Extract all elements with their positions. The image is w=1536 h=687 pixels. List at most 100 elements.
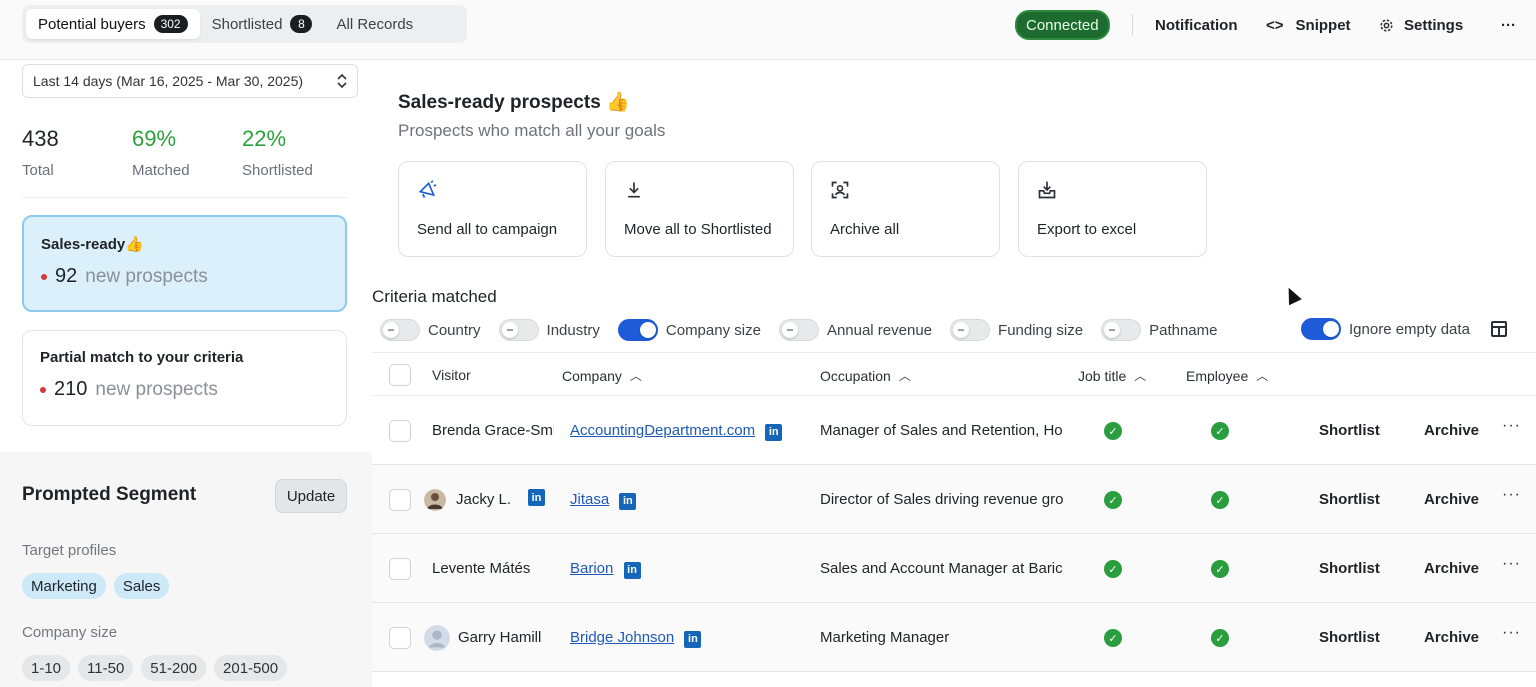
company-link[interactable]: Bridge Johnson: [570, 629, 674, 646]
company-cell: AccountingDepartment.com in: [570, 422, 810, 441]
prospect-count: 92: [55, 265, 78, 287]
table-header: Visitor Company ︿ Occupation ︿ Job title ︿ …: [372, 352, 1536, 396]
count-badge: 8: [290, 15, 313, 33]
shortlist-button[interactable]: Shortlist: [1319, 629, 1380, 646]
archive-button[interactable]: Archive: [1424, 422, 1479, 439]
snippet-label: Snippet: [1295, 16, 1351, 34]
toggle-funding-size[interactable]: Funding size: [950, 319, 1083, 341]
linkedin-icon[interactable]: in: [528, 489, 545, 506]
select-all-checkbox[interactable]: [389, 364, 411, 386]
notification-label: Notification: [1155, 16, 1238, 34]
toggle-switch[interactable]: [778, 319, 819, 341]
chip-size-51-200[interactable]: 51-200: [141, 655, 207, 681]
row-more-icon[interactable]: ···: [1502, 417, 1521, 435]
top-bar: Potential buyers 302 Shortlisted 8 All R…: [0, 0, 1536, 60]
tab-label: Shortlisted: [211, 15, 283, 33]
shortlist-button[interactable]: Shortlist: [1319, 422, 1380, 439]
linkedin-icon[interactable]: in: [684, 630, 702, 648]
mouse-cursor-icon: [1282, 284, 1302, 306]
table-row[interactable]: Levente Mátés Barion in Sales and Accoun…: [372, 534, 1536, 603]
card-title: Partial match to your criteria: [40, 349, 244, 366]
archive-button[interactable]: Archive: [1424, 629, 1479, 646]
sort-asc-icon: ︿: [898, 369, 911, 383]
archive-all-button[interactable]: Archive all: [811, 161, 1000, 257]
segment-title: Prompted Segment: [22, 484, 197, 505]
export-to-excel-button[interactable]: Export to excel: [1018, 161, 1207, 257]
more-icon: ···: [1501, 16, 1516, 34]
linkedin-icon[interactable]: in: [619, 492, 637, 510]
company-link[interactable]: Barion: [570, 560, 613, 577]
move-all-to-shortlisted-button[interactable]: Move all to Shortlisted: [605, 161, 794, 257]
company-link[interactable]: AccountingDepartment.com: [570, 422, 755, 439]
row-checkbox[interactable]: [389, 489, 411, 511]
more-menu-button[interactable]: ···: [1501, 0, 1516, 50]
table-row[interactable]: Brenda Grace-Smith AccountingDepartment.…: [372, 396, 1536, 465]
toggle-switch[interactable]: [498, 319, 539, 341]
toggle-switch[interactable]: [1301, 318, 1341, 340]
visitor-name: Garry Hamill: [458, 629, 542, 646]
action-label: Send all to campaign: [417, 221, 558, 238]
column-company[interactable]: Company ︿: [562, 367, 642, 384]
chip-size-1-10[interactable]: 1-10: [22, 655, 71, 681]
shortlist-button[interactable]: Shortlist: [1319, 491, 1380, 508]
row-more-icon[interactable]: ···: [1502, 555, 1521, 573]
column-job-title[interactable]: Job title ︿: [1078, 367, 1146, 384]
check-circle-icon: ✓: [1211, 629, 1229, 647]
tab-all-records[interactable]: All Records: [324, 9, 425, 39]
company-link[interactable]: Jitasa: [570, 491, 609, 508]
toggle-pathname[interactable]: Pathname: [1101, 319, 1217, 341]
row-checkbox[interactable]: [389, 558, 411, 580]
table-columns-icon[interactable]: [1491, 321, 1507, 337]
chip-size-11-50[interactable]: 11-50: [78, 655, 134, 681]
column-visitor[interactable]: Visitor: [432, 367, 471, 383]
send-all-to-campaign-button[interactable]: Send all to campaign: [398, 161, 587, 257]
archive-button[interactable]: Archive: [1424, 491, 1479, 508]
stat-value: 69%: [132, 126, 177, 151]
toggle-country[interactable]: Country: [380, 319, 481, 341]
linkedin-icon[interactable]: in: [765, 423, 783, 441]
row-more-icon[interactable]: ···: [1502, 486, 1521, 504]
table-row[interactable]: Jacky L. in Jitasa in Director of Sales …: [372, 465, 1536, 534]
connection-status-badge[interactable]: Connected: [1015, 10, 1110, 40]
row-checkbox[interactable]: [389, 627, 411, 649]
archive-button[interactable]: Archive: [1424, 560, 1479, 577]
settings-button[interactable]: Settings: [1379, 0, 1463, 50]
partial-match-card[interactable]: Partial match to your criteria 210 new p…: [22, 330, 347, 426]
prospects-table: Visitor Company ︿ Occupation ︿ Job title ︿ …: [372, 352, 1536, 672]
toggle-ignore-empty-data[interactable]: Ignore empty data: [1301, 318, 1470, 340]
scan-user-icon: [831, 181, 849, 199]
stats-summary: 438 Total 69% Matched 22% Shortlisted: [22, 126, 352, 179]
snippet-button[interactable]: <> Snippet: [1266, 0, 1351, 50]
toggle-industry[interactable]: Industry: [498, 319, 600, 341]
toggle-switch[interactable]: [950, 319, 991, 341]
toggle-switch[interactable]: [617, 319, 658, 341]
chip-marketing[interactable]: Marketing: [22, 573, 106, 599]
column-occupation[interactable]: Occupation ︿: [820, 367, 911, 384]
toggle-switch[interactable]: [380, 319, 420, 341]
tab-potential-buyers[interactable]: Potential buyers 302: [26, 9, 200, 39]
stat-label: Shortlisted: [242, 162, 313, 179]
action-label: Archive all: [830, 221, 900, 238]
shortlist-button[interactable]: Shortlist: [1319, 560, 1380, 577]
chip-sales[interactable]: Sales: [113, 573, 170, 599]
linkedin-icon[interactable]: in: [623, 561, 641, 579]
company-size-label: Company size: [22, 624, 118, 641]
toggle-annual-revenue[interactable]: Annual revenue: [778, 319, 932, 341]
tab-shortlisted[interactable]: Shortlisted 8: [200, 9, 325, 39]
visitor-name: Brenda Grace-Smith: [432, 422, 554, 439]
toggle-company-size[interactable]: Company size: [617, 319, 761, 341]
toggle-switch[interactable]: [1101, 319, 1142, 341]
avatar: [424, 625, 450, 651]
date-range-select[interactable]: Last 14 days (Mar 16, 2025 - Mar 30, 202…: [22, 64, 358, 98]
column-employee[interactable]: Employee ︿: [1186, 367, 1268, 384]
sales-ready-card[interactable]: Sales-ready👍 92 new prospects: [22, 215, 347, 312]
record-tabs: Potential buyers 302 Shortlisted 8 All R…: [22, 5, 467, 43]
chip-size-201-500[interactable]: 201-500: [214, 655, 288, 681]
action-label: Export to excel: [1037, 221, 1137, 238]
row-checkbox[interactable]: [389, 420, 411, 442]
row-more-icon[interactable]: ···: [1502, 624, 1521, 642]
card-count-row: 92 new prospects: [41, 265, 328, 288]
update-button[interactable]: Update: [275, 479, 347, 513]
table-row[interactable]: Garry Hamill Bridge Johnson in Marketing…: [372, 603, 1536, 672]
notification-button[interactable]: Notification: [1155, 0, 1238, 50]
